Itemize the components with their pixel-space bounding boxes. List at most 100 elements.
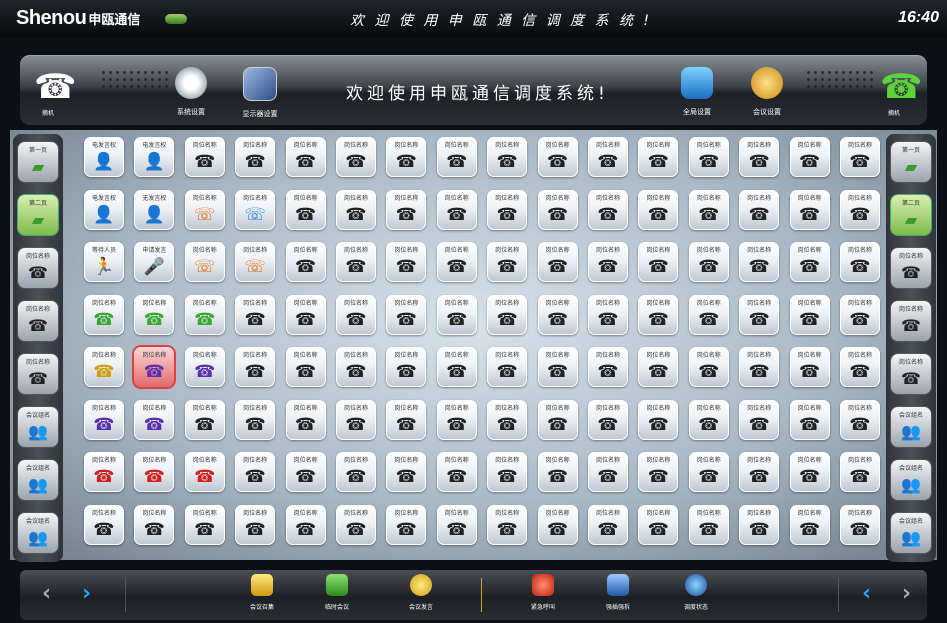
position-cell[interactable]: 岗位名称 ☎ [386, 189, 427, 230]
next-page-right-button[interactable]: › [902, 580, 911, 608]
position-cell[interactable]: 岗位名称 ☎ [638, 242, 679, 282]
position-cell[interactable]: 岗位名称 ☎ [688, 399, 729, 440]
position-cell[interactable]: 岗位名称 ☎ [588, 452, 628, 492]
global-settings-button[interactable]: 全局设置 [672, 67, 722, 117]
meeting-speech-button[interactable]: 会议发言 [401, 574, 441, 611]
position-cell[interactable]: 岗位名称 ☎ [436, 189, 477, 230]
system-settings-button[interactable]: 系统设置 [166, 67, 216, 117]
position-cell[interactable]: 岗位名称 ☎ [739, 452, 780, 492]
position-cell[interactable]: 岗位名称 ☎ [638, 347, 679, 387]
position-cell[interactable]: 岗位名称 ☎ [235, 294, 276, 335]
position-cell[interactable]: 岗位名称 ☎ [235, 452, 276, 492]
position-cell[interactable]: 岗位名称 ☎ [84, 347, 124, 387]
position-cell[interactable]: 岗位名称 ☎ [235, 399, 276, 440]
position-cell[interactable]: 岗位名称 ☏ [184, 189, 225, 230]
sidebar-page-button[interactable]: 第二页 ▰ [891, 195, 931, 235]
force-insert-button[interactable]: 强插强拆 [598, 574, 638, 611]
position-cell[interactable]: 岗位名称 ☎ [386, 137, 427, 177]
position-cell[interactable]: 岗位名称 ☎ [789, 242, 830, 282]
position-cell[interactable]: 岗位名称 ☎ [285, 504, 326, 545]
position-cell[interactable]: 岗位名称 ☎ [840, 137, 880, 177]
position-cell[interactable]: 岗位名称 ☎ [487, 452, 528, 492]
position-cell[interactable]: 岗位名称 ☎ [336, 347, 376, 387]
position-cell[interactable]: 岗位名称 ☎ [134, 294, 175, 335]
meeting-settings-button[interactable]: 会议设置 [742, 67, 792, 117]
sidebar-page-button[interactable]: 岗位名称 ☎ [18, 354, 58, 394]
position-cell[interactable]: 岗位名称 ☎ [588, 294, 628, 335]
position-cell[interactable]: 岗位名称 ☎ [285, 294, 326, 335]
position-cell[interactable]: 岗位名称 ☎ [285, 189, 326, 230]
sidebar-page-button[interactable]: 岗位名称 ☎ [891, 248, 931, 288]
position-cell[interactable]: 岗位名称 ☎ [285, 347, 326, 387]
position-cell[interactable]: 岗位名称 ☎ [184, 347, 225, 387]
temp-meeting-button[interactable]: 临时会议 [317, 574, 357, 611]
position-cell[interactable]: 岗位名称 ☎ [789, 452, 830, 492]
position-cell[interactable]: 岗位名称 ☎ [386, 452, 427, 492]
position-cell[interactable]: 无发言权 👤 [134, 189, 175, 230]
position-cell[interactable]: 岗位名称 ☎ [84, 294, 124, 335]
position-cell[interactable]: 岗位名称 ☎ [537, 137, 578, 177]
sidebar-page-button[interactable]: 会议组名 👥 [18, 513, 58, 553]
position-cell[interactable]: 岗位名称 ☎ [739, 294, 780, 335]
position-cell[interactable]: 岗位名称 ☏ [184, 242, 225, 282]
sidebar-page-button[interactable]: 第一页 ▰ [891, 142, 931, 182]
position-cell[interactable]: 岗位名称 ☎ [638, 189, 679, 230]
position-cell[interactable]: 岗位名称 ☎ [436, 399, 477, 440]
position-cell[interactable]: 岗位名称 ☎ [789, 294, 830, 335]
position-cell[interactable]: 岗位名称 ☎ [134, 452, 175, 492]
position-cell[interactable]: 岗位名称 ☎ [739, 399, 780, 440]
sidebar-page-button[interactable]: 会议组名 👥 [891, 460, 931, 500]
sidebar-page-button[interactable]: 第二页 ▰ [18, 195, 58, 235]
display-settings-button[interactable]: 显示器设置 [235, 67, 285, 119]
position-cell[interactable]: 岗位名称 ☎ [386, 504, 427, 545]
position-cell[interactable]: 岗位名称 ☎ [688, 189, 729, 230]
sidebar-page-button[interactable]: 会议组名 👥 [891, 407, 931, 447]
position-cell[interactable]: 岗位名称 ☎ [588, 399, 628, 440]
position-cell[interactable]: 岗位名称 ☎ [840, 347, 880, 387]
sidebar-page-button[interactable]: 岗位名称 ☎ [891, 354, 931, 394]
position-cell[interactable]: 岗位名称 ☎ [285, 452, 326, 492]
position-cell[interactable]: 岗位名称 ☎ [487, 294, 528, 335]
position-cell[interactable]: 岗位名称 ☎ [588, 242, 628, 282]
position-cell[interactable]: 岗位名称 ☎ [184, 399, 225, 440]
position-cell[interactable]: 岗位名称 ☎ [840, 189, 880, 230]
position-cell[interactable]: 岗位名称 ☎ [688, 504, 729, 545]
position-cell[interactable]: 岗位名称 ☎ [487, 242, 528, 282]
dispatch-status-button[interactable]: 调度状态 [676, 574, 716, 611]
position-cell[interactable]: 岗位名称 ☏ [235, 189, 276, 230]
position-cell[interactable]: 岗位名称 ☎ [84, 399, 124, 440]
position-cell[interactable]: 岗位名称 ☎ [739, 189, 780, 230]
position-cell[interactable]: 岗位名称 ☎ [84, 452, 124, 492]
position-cell[interactable]: 岗位名称 ☎ [84, 504, 124, 545]
position-cell[interactable]: 岗位名称 ☎ [386, 347, 427, 387]
position-cell[interactable]: 岗位名称 ☎ [840, 399, 880, 440]
position-cell[interactable]: 岗位名称 ☎ [436, 137, 477, 177]
position-cell[interactable]: 岗位名称 ☎ [285, 242, 326, 282]
position-cell[interactable]: 岗位名称 ☎ [436, 294, 477, 335]
position-cell[interactable]: 岗位名称 ☎ [336, 137, 376, 177]
position-cell[interactable]: 岗位名称 ☎ [134, 347, 175, 387]
position-cell[interactable]: 岗位名称 ☎ [840, 452, 880, 492]
position-cell[interactable]: 岗位名称 ☎ [588, 189, 628, 230]
position-cell[interactable]: 岗位名称 ☎ [436, 452, 477, 492]
position-cell[interactable]: 岗位名称 ☎ [638, 399, 679, 440]
position-cell[interactable]: 岗位名称 ☎ [336, 242, 376, 282]
next-page-button[interactable]: › [82, 580, 91, 608]
position-cell[interactable]: 岗位名称 ☎ [487, 504, 528, 545]
position-cell[interactable]: 岗位名称 ☎ [537, 452, 578, 492]
position-cell[interactable]: 岗位名称 ☎ [235, 504, 276, 545]
sidebar-page-button[interactable]: 第一页 ▰ [18, 142, 58, 182]
pickup-phone-right-icon[interactable]: ☎ [880, 67, 922, 107]
position-cell[interactable]: 岗位名称 ☎ [789, 347, 830, 387]
prev-page-button[interactable]: ‹ [42, 580, 51, 608]
position-cell[interactable]: 岗位名称 ☎ [789, 189, 830, 230]
position-cell[interactable]: 岗位名称 ☎ [487, 137, 528, 177]
position-cell[interactable]: 岗位名称 ☎ [688, 452, 729, 492]
position-cell[interactable]: 电发言权 👤 [84, 137, 124, 177]
sidebar-page-button[interactable]: 会议组名 👥 [18, 407, 58, 447]
position-cell[interactable]: 岗位名称 ☎ [638, 504, 679, 545]
position-cell[interactable]: 岗位名称 ☎ [285, 137, 326, 177]
position-cell[interactable]: 岗位名称 ☎ [184, 452, 225, 492]
position-cell[interactable]: 岗位名称 ☎ [537, 399, 578, 440]
position-cell[interactable]: 岗位名称 ☎ [436, 242, 477, 282]
